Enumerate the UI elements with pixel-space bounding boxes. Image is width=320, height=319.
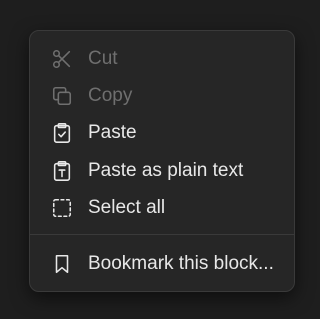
bookmark-icon xyxy=(50,252,74,276)
menu-item-paste-plain-text[interactable]: Paste as plain text xyxy=(42,155,282,187)
menu-item-label: Cut xyxy=(88,48,118,69)
select-all-icon xyxy=(50,196,74,220)
menu-item-paste[interactable]: Paste xyxy=(42,117,282,149)
menu-item-select-all[interactable]: Select all xyxy=(42,192,282,224)
menu-item-label: Select all xyxy=(88,197,166,218)
copy-icon xyxy=(50,84,74,108)
menu-item-label: Bookmark this block... xyxy=(88,253,274,274)
menu-divider xyxy=(30,234,294,235)
context-menu: Cut Copy Paste Paste as plain text Selec… xyxy=(29,30,295,292)
menu-item-bookmark-block[interactable]: Bookmark this block... xyxy=(42,248,282,280)
menu-item-label: Paste xyxy=(88,122,137,143)
background-text-fragment xyxy=(95,0,245,4)
clipboard-check-icon xyxy=(50,121,74,145)
menu-item-copy[interactable]: Copy xyxy=(42,80,282,112)
scissors-icon xyxy=(50,47,74,71)
menu-item-cut[interactable]: Cut xyxy=(42,43,282,75)
clipboard-text-icon xyxy=(50,159,74,183)
menu-item-label: Paste as plain text xyxy=(88,160,244,181)
menu-item-label: Copy xyxy=(88,85,133,106)
